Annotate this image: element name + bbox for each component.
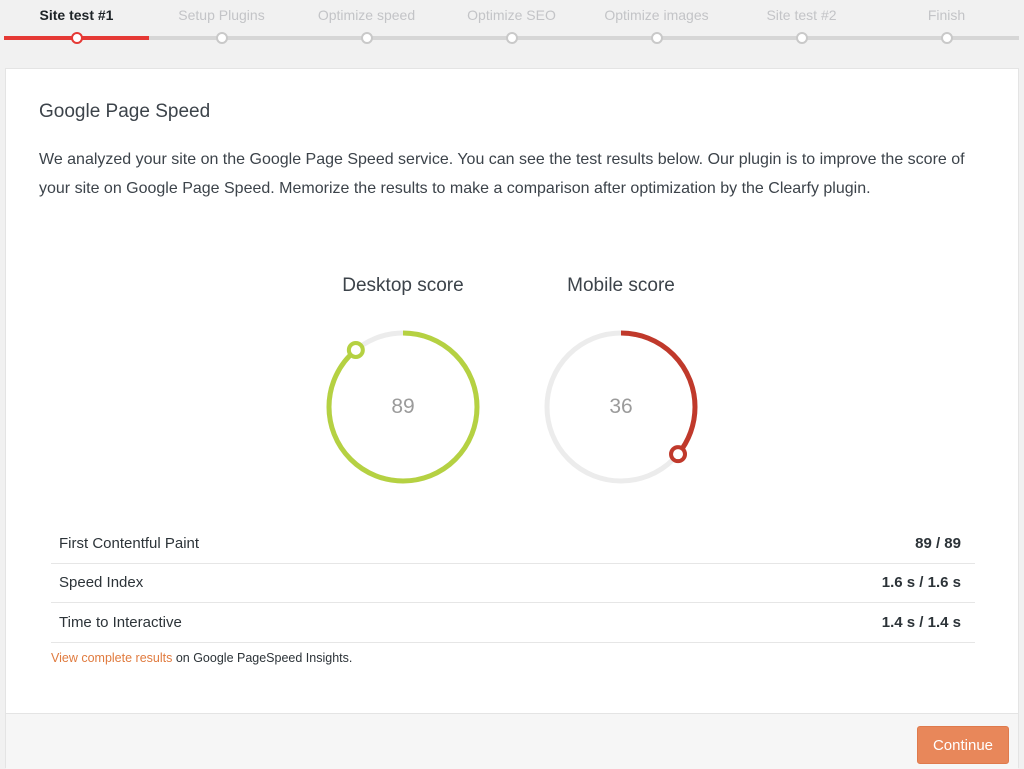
metric-value: 1.4 s / 1.4 s [881,613,961,631]
step-label: Site test #2 [766,7,837,23]
step-optimize-speed[interactable]: Optimize speed [294,0,439,50]
step-label: Site test #1 [39,7,114,23]
step-finish[interactable]: Finish [874,0,1019,50]
page-speed-card: Google Page Speed We analyzed your site … [5,68,1019,769]
step-dot-icon [505,32,518,44]
step-site-test-1[interactable]: Site test #1 [4,0,149,50]
step-label: Optimize speed [317,7,416,23]
step-optimize-images[interactable]: Optimize images [584,0,729,50]
metric-value: 89 / 89 [915,534,961,552]
step-label: Finish [927,7,966,23]
wizard-stepper: Site test #1 Setup Plugins Optimize spee… [0,0,1024,50]
mobile-score-block: Mobile score 36 [521,275,721,495]
results-note: View complete results on Google PageSpee… [51,651,352,665]
step-label: Setup Plugins [178,7,265,23]
step-dot-icon [70,32,83,44]
step-dot-icon [795,32,808,44]
desktop-score-label: Desktop score [342,275,464,296]
continue-button[interactable]: Continue [917,726,1009,764]
mobile-score-value: 36 [609,395,633,418]
step-optimize-seo[interactable]: Optimize SEO [439,0,584,50]
results-note-suffix: on Google PageSpeed Insights. [172,651,353,665]
step-dot-icon [940,32,953,44]
desktop-score-block: Desktop score 89 [303,275,503,495]
table-row: First Contentful Paint 89 / 89 [51,524,975,564]
table-row: Speed Index 1.6 s / 1.6 s [51,564,975,603]
metric-name: First Contentful Paint [59,534,200,552]
page-description: We analyzed your site on the Google Page… [39,151,965,197]
step-label: Optimize SEO [467,7,556,23]
metrics-table: First Contentful Paint 89 / 89 Speed Ind… [51,524,975,643]
step-label: Optimize images [604,7,709,23]
metric-name: Speed Index [59,574,144,592]
card-footer: Continue [6,713,1018,769]
step-dot-icon [215,32,228,44]
step-site-test-2[interactable]: Site test #2 [729,0,874,50]
desktop-score-value: 89 [391,395,415,418]
mobile-score-label: Mobile score [567,275,675,296]
step-setup-plugins[interactable]: Setup Plugins [149,0,294,50]
metric-name: Time to Interactive [59,613,182,631]
metric-value: 1.6 s / 1.6 s [881,574,961,592]
table-row: Time to Interactive 1.4 s / 1.4 s [51,603,975,643]
view-complete-results-link[interactable]: View complete results [51,651,172,665]
step-dot-icon [650,32,663,44]
page-title: Google Page Speed [39,101,211,122]
step-dot-icon [360,32,373,44]
